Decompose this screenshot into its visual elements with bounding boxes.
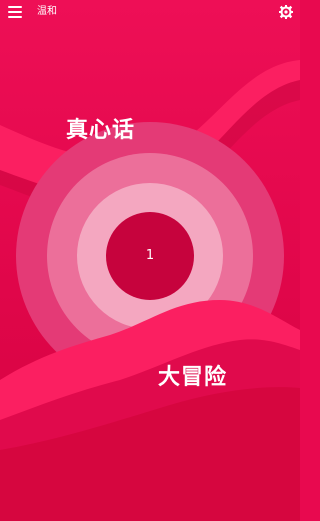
truth-button[interactable]: 真心话: [66, 116, 135, 146]
mode-label[interactable]: 温和: [37, 5, 57, 19]
settings-gear-icon[interactable]: [278, 4, 294, 20]
counter-value: 1: [145, 248, 155, 263]
dare-button[interactable]: 大冒险: [158, 363, 227, 393]
hamburger-menu-icon[interactable]: [6, 4, 24, 20]
top-bar: 温和: [0, 0, 300, 26]
app-screen: 温和 真心话 1 大冒险: [0, 0, 300, 521]
spin-counter-button[interactable]: 1: [106, 212, 194, 300]
